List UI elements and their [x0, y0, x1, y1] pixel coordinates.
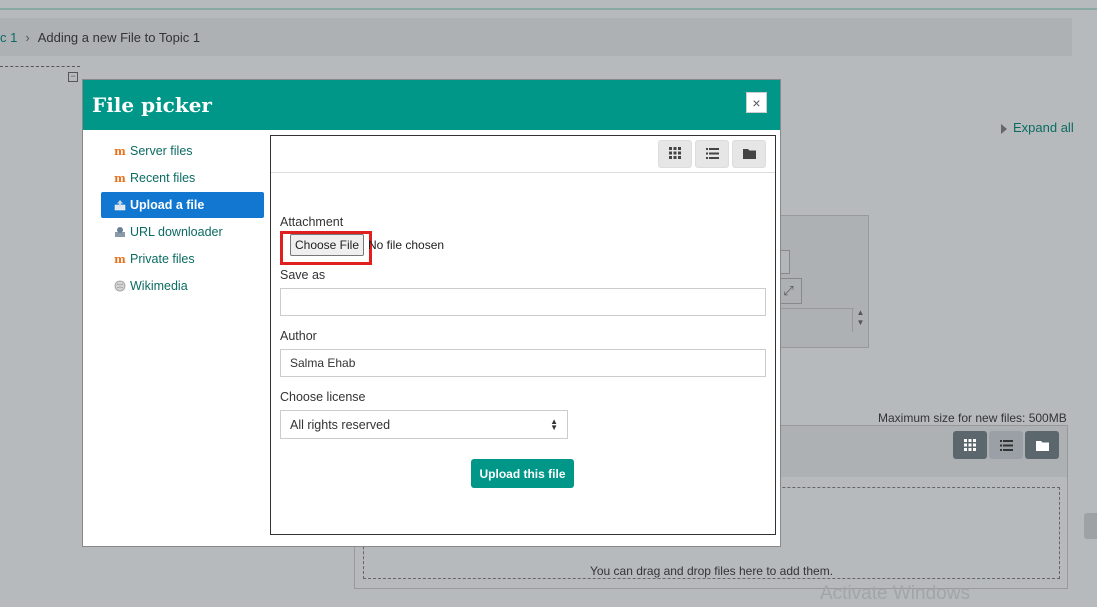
dialog-header: File picker × [83, 80, 780, 130]
folder-view-icon [1025, 431, 1059, 459]
repo-item-wikimedia[interactable]: Wikimedia [101, 273, 264, 299]
grid-icon [669, 146, 681, 162]
author-label: Author [280, 329, 317, 343]
upload-icon [114, 199, 126, 211]
breadcrumb-topic-link[interactable]: c 1 [0, 30, 17, 45]
list-view-icon [989, 431, 1023, 459]
globe-icon [114, 280, 126, 292]
save-as-input[interactable] [280, 288, 766, 316]
moodle-icon: m [114, 252, 126, 266]
repository-list: m Server files m Recent files Upload a f… [101, 138, 264, 300]
max-size-text: Maximum size for new files: 500MB [878, 411, 1067, 425]
repo-item-server-files[interactable]: m Server files [101, 138, 264, 164]
repo-item-recent-files[interactable]: m Recent files [101, 165, 264, 191]
editor-scrollbar: ▲ ▼ [852, 308, 868, 332]
tree-view-button[interactable] [732, 140, 766, 168]
moodle-icon: m [114, 171, 126, 185]
no-file-chosen-text: No file chosen [368, 238, 445, 252]
choose-file-button[interactable]: Choose File [290, 234, 364, 256]
license-select[interactable]: All rights reserved ▲ ▼ [280, 410, 568, 439]
save-as-label: Save as [280, 268, 326, 282]
repo-item-label: Recent files [130, 171, 196, 185]
moodle-icon: m [114, 144, 126, 158]
breadcrumb-separator: › [25, 29, 30, 45]
upload-file-button[interactable]: Upload this file [471, 459, 574, 488]
dashed-divider [0, 66, 80, 67]
attachment-label: Attachment [280, 215, 344, 229]
top-bar [0, 0, 1097, 10]
drop-zone-text: You can drag and drop files here to add … [589, 564, 834, 578]
grid-view-icon [953, 431, 987, 459]
repo-item-label: Private files [130, 252, 195, 266]
close-icon: × [752, 94, 761, 111]
repo-item-label: URL downloader [130, 225, 223, 239]
windows-watermark: Activate Windows [820, 583, 970, 604]
editor-divider [776, 308, 854, 309]
select-arrows-icon: ▲ ▼ [550, 417, 558, 432]
picker-toolbar [271, 136, 775, 173]
side-drawer-tab [1084, 513, 1097, 539]
breadcrumb: c 1 › Adding a new File to Topic 1 [0, 18, 1072, 56]
license-value: All rights reserved [290, 417, 391, 432]
repo-item-label: Upload a file [130, 198, 205, 212]
repo-item-upload-file[interactable]: Upload a file [101, 192, 264, 218]
folder-icon [742, 147, 756, 162]
repo-item-private-files[interactable]: m Private files [101, 246, 264, 272]
background-editor: ⤢ ▲ ▼ [775, 215, 869, 348]
dialog-title: File picker [92, 93, 212, 117]
breadcrumb-current: Adding a new File to Topic 1 [37, 29, 201, 45]
expand-all-label: Expand all [1013, 120, 1074, 135]
list-icon [705, 147, 719, 162]
collapse-icon[interactable]: − [68, 72, 78, 82]
list-view-button[interactable] [695, 140, 729, 168]
file-picker-dialog: File picker × m Server files m Recent fi… [82, 79, 781, 547]
license-label: Choose license [280, 390, 366, 404]
repo-item-label: Server files [130, 144, 193, 158]
upload-panel: Attachment Choose File No file chosen Sa… [270, 135, 776, 535]
expand-all-link[interactable]: Expand all [1001, 120, 1074, 135]
close-button[interactable]: × [746, 92, 767, 113]
repo-item-label: Wikimedia [130, 279, 188, 293]
url-icon [114, 226, 126, 238]
repo-item-url-downloader[interactable]: URL downloader [101, 219, 264, 245]
author-input[interactable]: Salma Ehab [280, 349, 766, 377]
expand-arrow-icon [1001, 123, 1007, 134]
grid-view-button[interactable] [658, 140, 692, 168]
